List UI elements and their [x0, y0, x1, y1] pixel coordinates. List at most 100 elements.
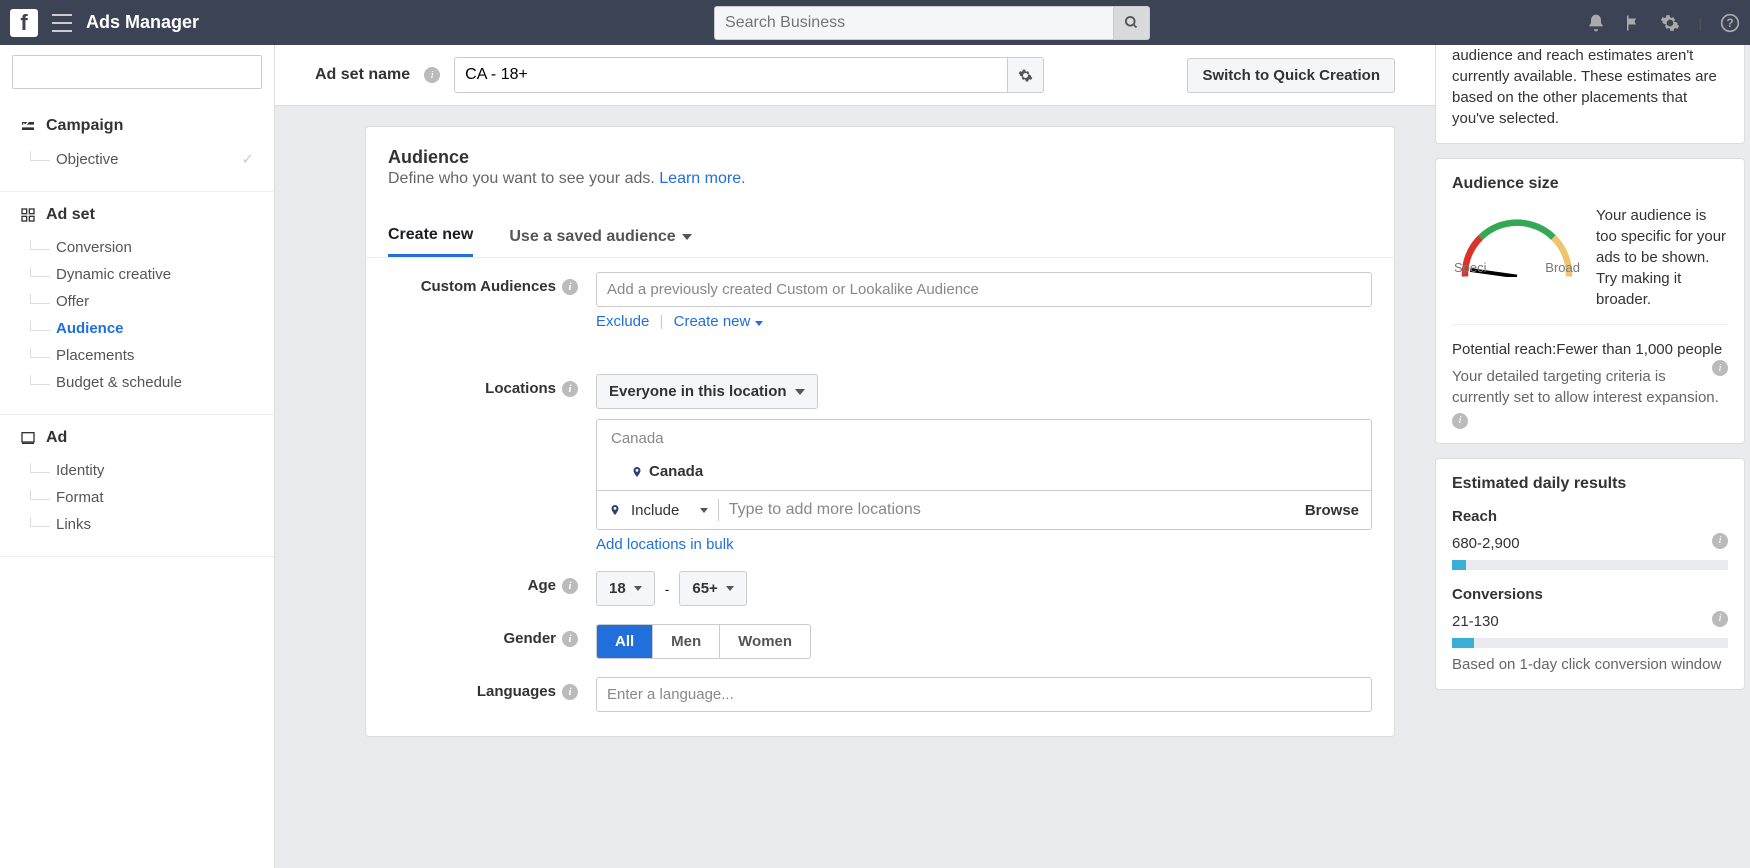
audience-size-message: Your audience is too specific for your a…	[1596, 205, 1728, 310]
help-icon[interactable]: ?	[1720, 13, 1740, 33]
tab-create-new[interactable]: Create new	[388, 226, 473, 257]
pin-icon	[631, 466, 643, 478]
include-dropdown[interactable]: Include	[631, 502, 708, 519]
tab-saved-audience[interactable]: Use a saved audience	[509, 226, 691, 257]
create-new-audience-link[interactable]: Create new	[674, 313, 763, 330]
audience-size-title: Audience size	[1452, 173, 1728, 195]
chevron-down-icon	[634, 586, 642, 591]
switch-quick-creation-button[interactable]: Switch to Quick Creation	[1187, 58, 1395, 93]
svg-text:?: ?	[1726, 17, 1733, 30]
flag-icon[interactable]	[1624, 14, 1642, 32]
adset-name-input[interactable]	[454, 57, 1008, 93]
placements-message: audience and reach estimates aren't curr…	[1452, 45, 1728, 129]
search-button[interactable]	[1114, 6, 1150, 40]
sidebar-heading-ad[interactable]: Ad	[20, 429, 254, 447]
sidebar-item-format[interactable]: Format	[30, 484, 254, 511]
info-icon[interactable]: i	[562, 578, 578, 594]
reach-label: Reach	[1452, 506, 1728, 527]
bell-icon[interactable]	[1586, 13, 1606, 33]
info-icon[interactable]: i	[562, 684, 578, 700]
info-card-placements: audience and reach estimates aren't curr…	[1435, 45, 1745, 144]
gear-icon[interactable]	[1660, 13, 1680, 33]
sidebar-search[interactable]	[12, 55, 262, 89]
chevron-down-icon	[682, 234, 692, 240]
custom-audiences-input[interactable]	[596, 272, 1372, 307]
sidebar-item-identity[interactable]: Identity	[30, 457, 254, 484]
global-search	[714, 6, 1150, 40]
sidebar-item-placements[interactable]: Placements	[30, 342, 254, 369]
info-icon[interactable]: i	[1712, 611, 1728, 627]
age-max-dropdown[interactable]: 65+	[679, 571, 746, 606]
adset-name-settings[interactable]	[1008, 57, 1044, 93]
audience-size-card: Audience size SpeciBroad Your audience i…	[1435, 158, 1745, 444]
adset-name-label: Ad set name	[315, 66, 410, 84]
chevron-down-icon	[755, 321, 763, 326]
browse-locations-button[interactable]: Browse	[1305, 502, 1359, 519]
search-input[interactable]	[714, 6, 1114, 40]
campaign-icon	[20, 118, 36, 134]
daily-results-title: Estimated daily results	[1452, 473, 1728, 495]
age-label: Age	[528, 577, 556, 594]
topbar: f Ads Manager | ?	[0, 0, 1750, 45]
languages-label: Languages	[477, 683, 556, 700]
conversions-label: Conversions	[1452, 584, 1728, 605]
sidebar-item-offer[interactable]: Offer	[30, 288, 254, 315]
info-icon[interactable]: i	[424, 67, 440, 83]
sidebar-item-dynamic-creative[interactable]: Dynamic creative	[30, 261, 254, 288]
info-icon[interactable]: i	[562, 279, 578, 295]
location-input[interactable]	[718, 499, 1295, 521]
info-icon[interactable]: i	[562, 381, 578, 397]
info-icon[interactable]: i	[1452, 413, 1468, 429]
brand-title: Ads Manager	[86, 12, 199, 33]
chevron-down-icon	[726, 586, 734, 591]
sidebar-item-budget-schedule[interactable]: Budget & schedule	[30, 369, 254, 396]
info-icon[interactable]: i	[562, 631, 578, 647]
sidebar: Campaign Objective✓ Ad set Conversion Dy…	[0, 45, 275, 868]
reach-value: 680-2,900	[1452, 535, 1520, 552]
sidebar-item-conversion[interactable]: Conversion	[30, 234, 254, 261]
age-min-dropdown[interactable]: 18	[596, 571, 655, 606]
sidebar-item-audience[interactable]: Audience	[30, 315, 254, 342]
adset-icon	[20, 207, 36, 223]
adset-header: Ad set name i Switch to Quick Creation	[275, 45, 1435, 106]
conversions-bar	[1452, 638, 1728, 648]
audience-gauge: SpeciBroad	[1452, 205, 1582, 277]
gender-all-button[interactable]: All	[597, 625, 653, 658]
gear-icon	[1018, 68, 1033, 83]
chevron-down-icon	[700, 508, 708, 513]
conversions-value: 21-130	[1452, 613, 1499, 630]
search-icon	[1124, 15, 1139, 30]
languages-input[interactable]	[596, 677, 1372, 712]
gender-men-button[interactable]: Men	[653, 625, 720, 658]
audience-subtitle: Define who you want to see your ads. Lea…	[388, 170, 1372, 188]
sidebar-heading-campaign[interactable]: Campaign	[20, 117, 254, 135]
exclude-link[interactable]: Exclude	[596, 313, 649, 330]
sidebar-heading-adset[interactable]: Ad set	[20, 206, 254, 224]
sidebar-item-links[interactable]: Links	[30, 511, 254, 538]
targeting-criteria-note: Your detailed targeting criteria is curr…	[1452, 368, 1719, 406]
ad-icon	[20, 430, 36, 446]
gender-women-button[interactable]: Women	[720, 625, 810, 658]
pin-icon	[609, 504, 621, 516]
info-icon[interactable]: i	[1712, 533, 1728, 549]
location-item-canada[interactable]: Canada	[597, 457, 1371, 490]
add-locations-bulk-link[interactable]: Add locations in bulk	[596, 536, 734, 553]
chevron-down-icon	[795, 389, 805, 395]
gender-label: Gender	[503, 630, 556, 647]
custom-audiences-label: Custom Audiences	[421, 278, 556, 295]
audience-title: Audience	[388, 147, 1372, 168]
reach-bar	[1452, 560, 1728, 570]
sidebar-item-objective[interactable]: Objective✓	[30, 145, 254, 173]
gender-button-group: All Men Women	[596, 624, 811, 659]
age-dash: -	[665, 581, 670, 597]
audience-card: Audience Define who you want to see your…	[365, 126, 1395, 737]
menu-icon[interactable]	[52, 14, 72, 32]
daily-results-card: Estimated daily results Reach 680-2,900 i…	[1435, 458, 1745, 689]
conversion-note: Based on 1-day click conversion window	[1452, 654, 1728, 675]
location-scope-dropdown[interactable]: Everyone in this location	[596, 374, 818, 409]
check-icon: ✓	[241, 150, 254, 168]
learn-more-link[interactable]: Learn more.	[659, 170, 745, 187]
locations-label: Locations	[485, 380, 556, 397]
location-group-label: Canada	[597, 420, 1371, 457]
facebook-logo[interactable]: f	[10, 9, 38, 37]
